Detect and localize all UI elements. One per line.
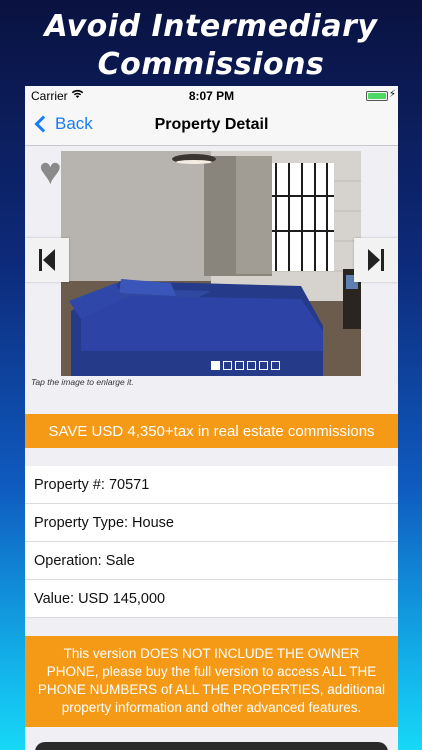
previous-photo-button[interactable]: [25, 238, 69, 282]
photo-gallery: ♥ Tap the image to enlarge it.: [25, 146, 398, 396]
page-dot-6: [271, 361, 280, 370]
property-photo[interactable]: [61, 151, 361, 376]
page-dot-1: [211, 361, 220, 370]
skip-previous-icon: [39, 249, 55, 271]
value-row: Value: USD 145,000: [25, 580, 398, 618]
promo-line-1: Avoid Intermediary: [44, 9, 378, 44]
charging-bolt-icon: ⚡: [388, 89, 396, 100]
skip-next-icon: [368, 249, 384, 271]
gallery-caption: Tap the image to enlarge it.: [31, 377, 134, 387]
bottom-action-button[interactable]: [35, 742, 388, 750]
page-dot-5: [259, 361, 268, 370]
promo-line-2: Commissions: [97, 47, 325, 82]
favorite-heart-icon[interactable]: ♥: [39, 152, 62, 192]
promo-headline: Avoid Intermediary Commissions: [0, 8, 422, 84]
operation-row: Operation: Sale: [25, 542, 398, 580]
status-bar: Carrier 8:07 PM ⚡: [25, 86, 398, 106]
page-dot-3: [235, 361, 244, 370]
upgrade-notice: This version DOES NOT INCLUDE THE OWNER …: [25, 636, 398, 727]
property-number-row: Property #: 70571: [25, 466, 398, 504]
next-photo-button[interactable]: [354, 238, 398, 282]
property-type-row: Property Type: House: [25, 504, 398, 542]
property-details-list: Property #: 70571 Property Type: House O…: [25, 466, 398, 618]
page-dot-2: [223, 361, 232, 370]
savings-banner: SAVE USD 4,350+tax in real estate commis…: [25, 414, 398, 448]
page-dot-4: [247, 361, 256, 370]
status-time: 8:07 PM: [188, 89, 235, 103]
phone-screen: Carrier 8:07 PM ⚡ Back Property Detail ♥…: [25, 86, 398, 750]
page-title: Property Detail: [154, 116, 269, 133]
navigation-bar: Back Property Detail: [25, 106, 398, 146]
page-indicator: [211, 361, 280, 370]
battery-icon: [366, 91, 388, 101]
